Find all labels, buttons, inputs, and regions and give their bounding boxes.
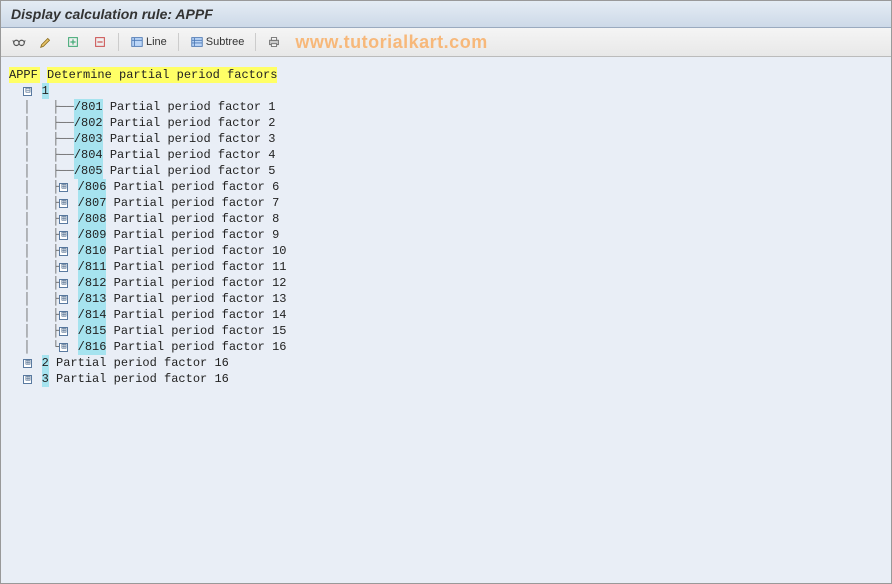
- leaf-code: /814: [78, 307, 107, 323]
- leaf-code: /801: [74, 99, 103, 115]
- leaf-code: /816: [78, 339, 107, 355]
- leaf-text: Partial period factor 13: [114, 291, 287, 307]
- expand-node-icon[interactable]: ⊞: [59, 263, 68, 272]
- leaf-text: Partial period factor 7: [114, 195, 280, 211]
- expand-icon[interactable]: [61, 31, 85, 53]
- leaf-code: /813: [78, 291, 107, 307]
- tree-root-node[interactable]: APPF Determine partial period factors: [9, 67, 883, 83]
- leaf-code: /811: [78, 259, 107, 275]
- toolbar-separator: [255, 33, 256, 51]
- leaf-code: /808: [78, 211, 107, 227]
- expand-node-icon[interactable]: ⊞: [59, 199, 68, 208]
- tree-leaf[interactable]: │ ├──/803 Partial period factor 3: [9, 131, 883, 147]
- leaf-text: Partial period factor 3: [110, 131, 276, 147]
- toolbar-separator: [118, 33, 119, 51]
- leaf-text: Partial period factor 16: [114, 339, 287, 355]
- page-title: Display calculation rule: APPF: [1, 1, 891, 28]
- leaf-text: Partial period factor 15: [114, 323, 287, 339]
- leaf-text: Partial period factor 11: [114, 259, 287, 275]
- toolbar: Line Subtree www.tutorialkart.com: [1, 28, 891, 57]
- root-code: APPF: [9, 67, 40, 83]
- leaf-text: Partial period factor 12: [114, 275, 287, 291]
- tree-leaf[interactable]: │ ├──/801 Partial period factor 1: [9, 99, 883, 115]
- tree-content: APPF Determine partial period factors ⊟ …: [1, 57, 891, 583]
- subtree-button[interactable]: Subtree: [185, 31, 250, 53]
- print-icon[interactable]: [262, 31, 286, 53]
- node-text: Partial period factor 16: [56, 371, 229, 387]
- tree-leaf[interactable]: │ ├⊞ /815 Partial period factor 15: [9, 323, 883, 339]
- expand-node-icon[interactable]: ⊞: [23, 359, 32, 368]
- tree-leaf[interactable]: │ ├⊞ /813 Partial period factor 13: [9, 291, 883, 307]
- line-button-label: Line: [146, 36, 167, 48]
- leaf-text: Partial period factor 2: [110, 115, 276, 131]
- root-text: Determine partial period factors: [47, 67, 277, 83]
- tree-node-3[interactable]: ⊞ 3 Partial period factor 16: [9, 371, 883, 387]
- expand-node-icon[interactable]: ⊞: [23, 375, 32, 384]
- collapse-node-icon[interactable]: ⊟: [23, 87, 32, 96]
- node-label: 2: [42, 355, 49, 371]
- leaf-text: Partial period factor 1: [110, 99, 276, 115]
- watermark: www.tutorialkart.com: [295, 32, 487, 53]
- leaf-code: /806: [78, 179, 107, 195]
- collapse-icon[interactable]: [88, 31, 112, 53]
- leaf-text: Partial period factor 14: [114, 307, 287, 323]
- expand-node-icon[interactable]: ⊞: [59, 183, 68, 192]
- tree-leaf[interactable]: │ ├──/802 Partial period factor 2: [9, 115, 883, 131]
- leaf-text: Partial period factor 5: [110, 163, 276, 179]
- edit-icon[interactable]: [34, 31, 58, 53]
- leaf-code: /805: [74, 163, 103, 179]
- tree-leaf[interactable]: │ ├⊞ /812 Partial period factor 12: [9, 275, 883, 291]
- tree-leaf[interactable]: │ ├⊞ /807 Partial period factor 7: [9, 195, 883, 211]
- tree-node-2[interactable]: ⊞ 2 Partial period factor 16: [9, 355, 883, 371]
- tree-leaf[interactable]: │ ├──/805 Partial period factor 5: [9, 163, 883, 179]
- tree-leaf[interactable]: │ ├⊞ /808 Partial period factor 8: [9, 211, 883, 227]
- leaf-code: /810: [78, 243, 107, 259]
- subtree-button-label: Subtree: [206, 36, 245, 48]
- leaf-text: Partial period factor 6: [114, 179, 280, 195]
- leaf-code: /802: [74, 115, 103, 131]
- leaf-text: Partial period factor 8: [114, 211, 280, 227]
- expand-node-icon[interactable]: ⊞: [59, 343, 68, 352]
- tree-leaf[interactable]: │ ├⊞ /810 Partial period factor 10: [9, 243, 883, 259]
- expand-node-icon[interactable]: ⊞: [59, 327, 68, 336]
- expand-node-icon[interactable]: ⊞: [59, 311, 68, 320]
- expand-node-icon[interactable]: ⊞: [59, 295, 68, 304]
- leaf-text: Partial period factor 10: [114, 243, 287, 259]
- leaf-code: /812: [78, 275, 107, 291]
- expand-node-icon[interactable]: ⊞: [59, 231, 68, 240]
- glasses-icon[interactable]: [7, 31, 31, 53]
- tree-leaf[interactable]: │ ├⊞ /811 Partial period factor 11: [9, 259, 883, 275]
- expand-node-icon[interactable]: ⊞: [59, 247, 68, 256]
- toolbar-separator: [178, 33, 179, 51]
- leaf-text: Partial period factor 4: [110, 147, 276, 163]
- tree-node-1[interactable]: ⊟ 1: [9, 83, 883, 99]
- leaf-code: /809: [78, 227, 107, 243]
- expand-node-icon[interactable]: ⊞: [59, 279, 68, 288]
- tree-leaf[interactable]: │ ├⊞ /814 Partial period factor 14: [9, 307, 883, 323]
- tree-leaf[interactable]: │ ├⊞ /806 Partial period factor 6: [9, 179, 883, 195]
- node-text: Partial period factor 16: [56, 355, 229, 371]
- leaf-text: Partial period factor 9: [114, 227, 280, 243]
- tree-leaf[interactable]: │ ├⊞ /809 Partial period factor 9: [9, 227, 883, 243]
- leaf-code: /803: [74, 131, 103, 147]
- node-label: 1: [42, 83, 49, 99]
- line-button[interactable]: Line: [125, 31, 172, 53]
- tree-leaf[interactable]: │ └⊞ /816 Partial period factor 16: [9, 339, 883, 355]
- node-label: 3: [42, 371, 49, 387]
- leaf-code: /804: [74, 147, 103, 163]
- leaf-code: /807: [78, 195, 107, 211]
- leaf-code: /815: [78, 323, 107, 339]
- tree-leaf[interactable]: │ ├──/804 Partial period factor 4: [9, 147, 883, 163]
- expand-node-icon[interactable]: ⊞: [59, 215, 68, 224]
